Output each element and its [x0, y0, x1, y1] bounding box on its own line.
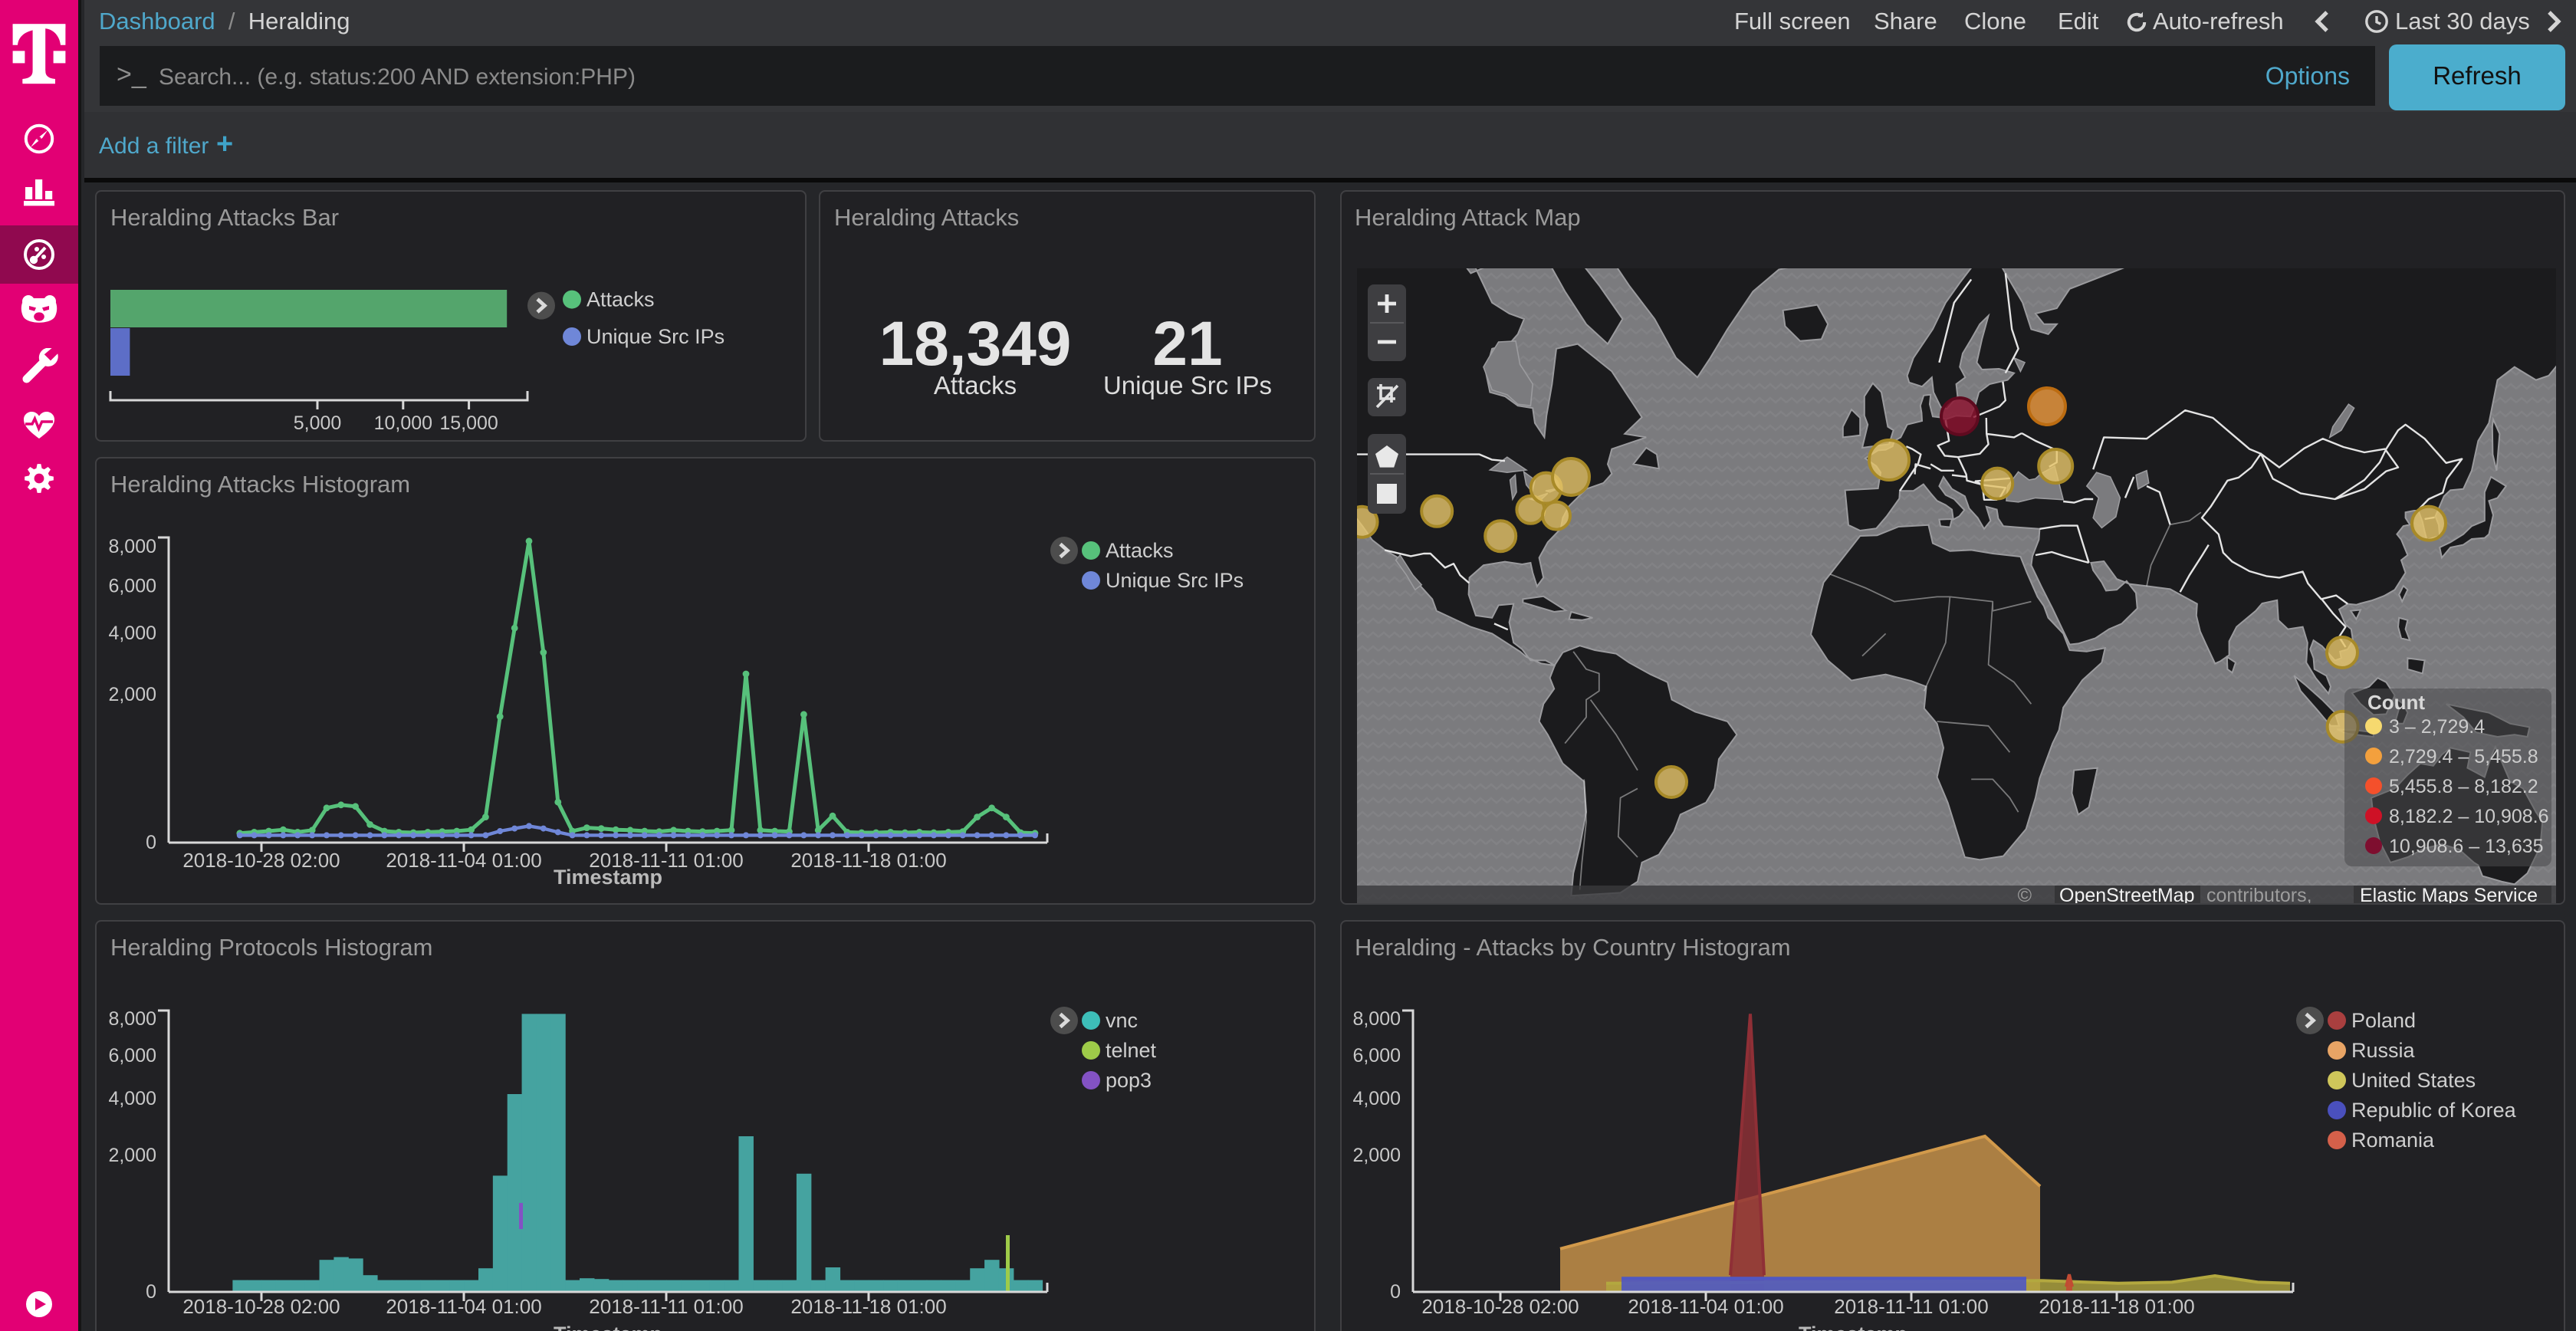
svg-text:6,000: 6,000 [1352, 1044, 1400, 1066]
svg-text:0: 0 [146, 831, 156, 853]
svg-text:2018-10-28 02:00: 2018-10-28 02:00 [182, 848, 340, 871]
svg-text:2018-11-04 01:00: 2018-11-04 01:00 [386, 1294, 541, 1317]
svg-text:5,455.8 – 8,182.2: 5,455.8 – 8,182.2 [2389, 775, 2538, 797]
svg-text:10,000: 10,000 [374, 412, 432, 433]
svg-text:OpenStreetMap: OpenStreetMap [2059, 884, 2195, 904]
svg-text:Attacks: Attacks [1106, 538, 1174, 561]
svg-text:15,000: 15,000 [439, 412, 498, 433]
svg-text:Unique Src IPs: Unique Src IPs [1106, 568, 1244, 591]
svg-text:5,000: 5,000 [294, 412, 342, 433]
svg-text:2,000: 2,000 [1352, 1144, 1400, 1165]
svg-text:Timestamp: Timestamp [554, 865, 662, 888]
svg-text:0: 0 [146, 1280, 156, 1302]
svg-text:vnc: vnc [1106, 1008, 1138, 1031]
svg-text:6,000: 6,000 [108, 1044, 156, 1066]
svg-text:©: © [2018, 884, 2032, 904]
svg-text:4,000: 4,000 [108, 622, 156, 643]
svg-text:2018-11-04 01:00: 2018-11-04 01:00 [1627, 1294, 1783, 1317]
svg-text:Russia: Russia [2351, 1038, 2415, 1061]
svg-text:2018-11-18 01:00: 2018-11-18 01:00 [790, 848, 946, 871]
svg-text:4,000: 4,000 [108, 1087, 156, 1109]
svg-text:Poland: Poland [2351, 1008, 2415, 1031]
svg-text:2018-11-11 01:00: 2018-11-11 01:00 [589, 1294, 743, 1317]
svg-text:4,000: 4,000 [1352, 1087, 1400, 1109]
svg-text:8,182.2 – 10,908.6: 8,182.2 – 10,908.6 [2389, 805, 2549, 827]
svg-text:2018-10-28 02:00: 2018-10-28 02:00 [182, 1294, 340, 1317]
svg-text:Timestamp: Timestamp [1798, 1322, 1907, 1331]
svg-text:8,000: 8,000 [1352, 1007, 1400, 1029]
svg-text:2018-11-04 01:00: 2018-11-04 01:00 [386, 848, 541, 871]
svg-text:2018-10-28 02:00: 2018-10-28 02:00 [1421, 1294, 1578, 1317]
svg-text:2,000: 2,000 [108, 1144, 156, 1165]
svg-text:0: 0 [1389, 1280, 1400, 1302]
svg-text:telnet: telnet [1106, 1038, 1157, 1061]
svg-text:Timestamp: Timestamp [554, 1322, 662, 1331]
svg-text:Count: Count [2367, 690, 2425, 713]
svg-text:Attacks: Attacks [586, 288, 655, 311]
svg-text:2,729.4 – 5,455.8: 2,729.4 – 5,455.8 [2389, 745, 2538, 767]
svg-text:contributors,: contributors, [2206, 884, 2312, 904]
svg-text:United States: United States [2351, 1068, 2475, 1091]
svg-text:8,000: 8,000 [108, 1007, 156, 1029]
svg-text:pop3: pop3 [1106, 1068, 1152, 1091]
svg-text:Unique Src IPs: Unique Src IPs [586, 324, 724, 347]
svg-text:10,908.6 – 13,635: 10,908.6 – 13,635 [2389, 835, 2544, 856]
svg-text:3 – 2,729.4: 3 – 2,729.4 [2389, 715, 2485, 737]
svg-text:2018-11-18 01:00: 2018-11-18 01:00 [790, 1294, 946, 1317]
svg-text:2018-11-11 01:00: 2018-11-11 01:00 [1833, 1294, 1987, 1317]
svg-text:2,000: 2,000 [108, 683, 156, 705]
svg-text:Republic of Korea: Republic of Korea [2351, 1098, 2516, 1121]
svg-text:2018-11-18 01:00: 2018-11-18 01:00 [2038, 1294, 2193, 1317]
svg-text:Elastic Maps Service: Elastic Maps Service [2360, 884, 2538, 904]
svg-text:6,000: 6,000 [108, 575, 156, 596]
svg-text:Romania: Romania [2351, 1128, 2434, 1151]
svg-text:8,000: 8,000 [108, 535, 156, 557]
